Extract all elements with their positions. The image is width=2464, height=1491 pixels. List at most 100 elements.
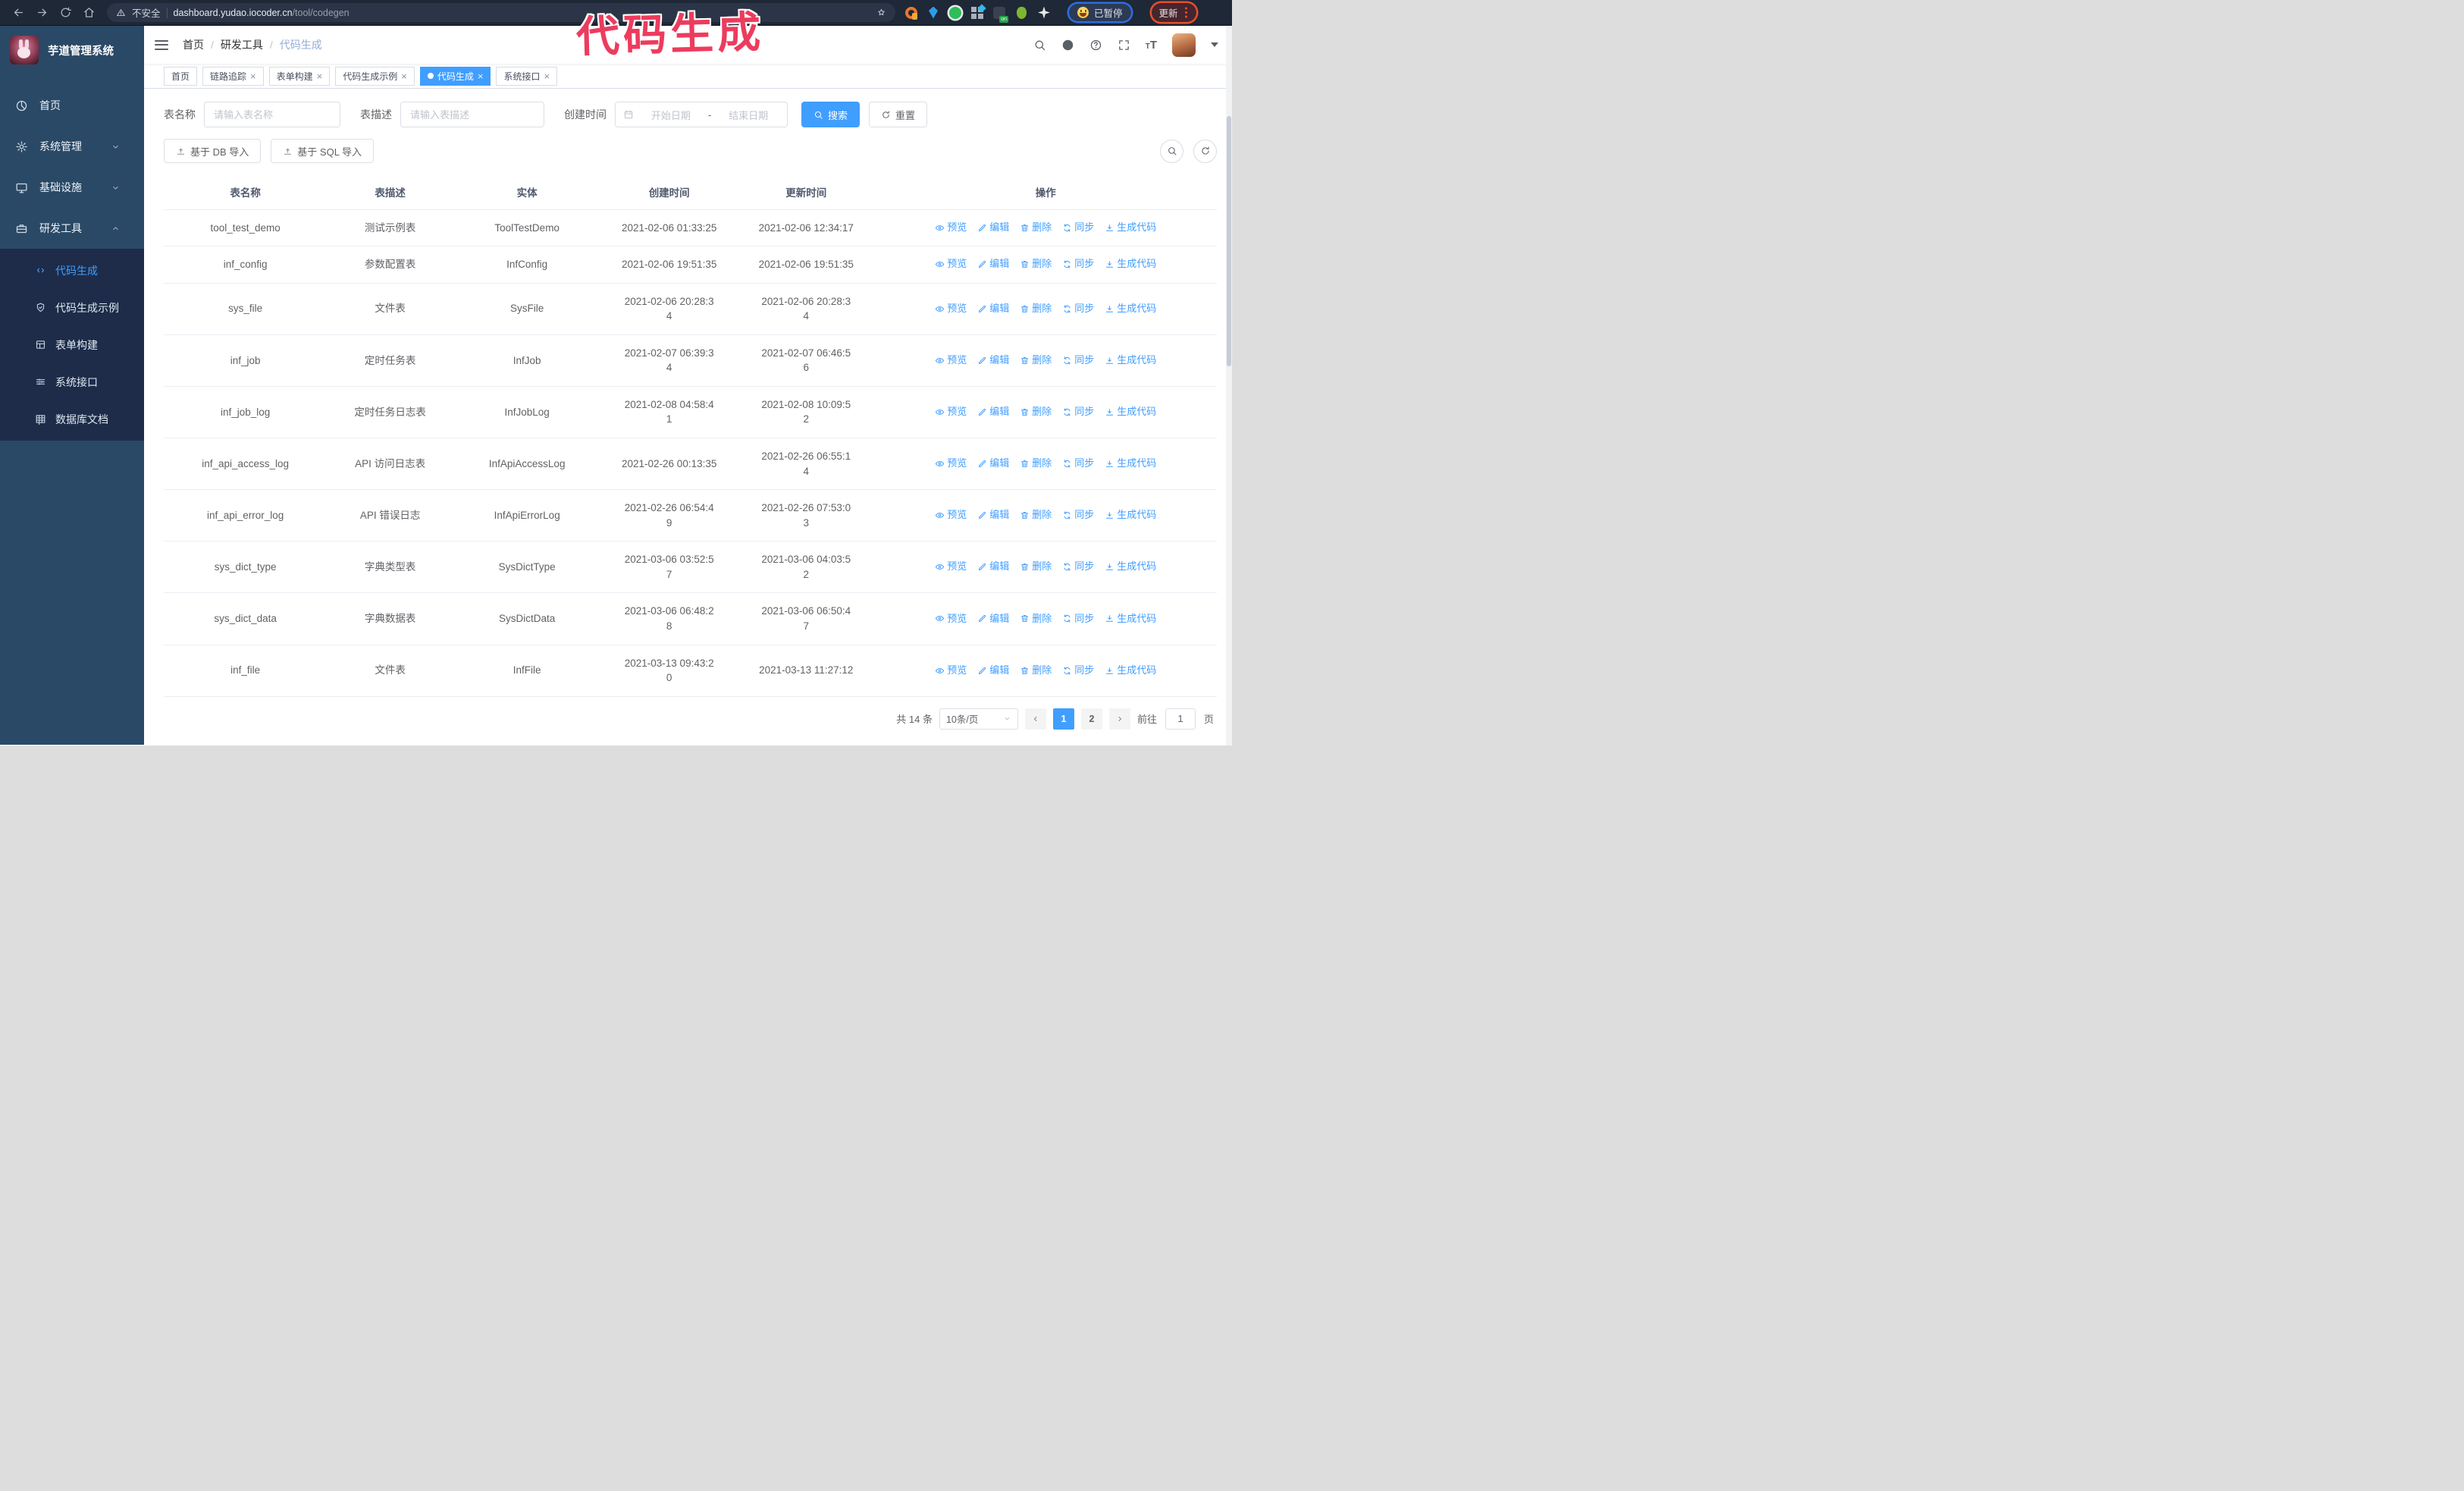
preview-link[interactable]: 预览: [935, 457, 967, 471]
generate-code-link[interactable]: 生成代码: [1105, 508, 1156, 523]
generate-code-link[interactable]: 生成代码: [1105, 353, 1156, 368]
delete-link[interactable]: 删除: [1020, 221, 1052, 235]
tab-表单构建[interactable]: 表单构建 ×: [268, 66, 331, 86]
delete-link[interactable]: 删除: [1020, 664, 1052, 678]
sidebar-logo[interactable]: 芋道管理系统: [0, 26, 144, 74]
sidebar-item-infrastructure[interactable]: 基础设施: [0, 167, 144, 208]
delete-link[interactable]: 删除: [1020, 302, 1052, 316]
breadcrumb-item[interactable]: 首页: [183, 37, 204, 52]
sql-import-button[interactable]: 基于 SQL 导入: [271, 139, 375, 163]
github-icon[interactable]: [1061, 39, 1074, 52]
tab-代码生成[interactable]: 代码生成 ×: [419, 66, 491, 86]
generate-code-link[interactable]: 生成代码: [1105, 221, 1156, 235]
sync-link[interactable]: 同步: [1062, 560, 1094, 574]
sync-link[interactable]: 同步: [1062, 664, 1094, 678]
green-shield-extension-icon[interactable]: [949, 6, 961, 19]
close-icon[interactable]: ×: [544, 71, 550, 81]
close-icon[interactable]: ×: [401, 71, 407, 81]
page-button-2[interactable]: 2: [1080, 708, 1102, 730]
sync-link[interactable]: 同步: [1062, 257, 1094, 272]
sync-link[interactable]: 同步: [1062, 612, 1094, 626]
browser-menu-kebab-icon[interactable]: [1184, 11, 1188, 14]
help-icon[interactable]: [1089, 39, 1102, 52]
sync-link[interactable]: 同步: [1062, 221, 1094, 235]
close-icon[interactable]: ×: [250, 71, 256, 81]
delete-link[interactable]: 删除: [1020, 457, 1052, 471]
reset-button[interactable]: 重置: [869, 102, 928, 127]
generate-code-link[interactable]: 生成代码: [1105, 457, 1156, 471]
toggle-search-button[interactable]: [1160, 139, 1183, 163]
goto-page-input[interactable]: [1165, 708, 1196, 730]
edit-link[interactable]: 编辑: [977, 221, 1009, 235]
preview-link[interactable]: 预览: [935, 560, 967, 574]
sync-link[interactable]: 同步: [1062, 302, 1094, 316]
edit-link[interactable]: 编辑: [977, 664, 1009, 678]
fullscreen-icon[interactable]: [1118, 39, 1130, 52]
sidebar-item-dev-tools[interactable]: 研发工具: [0, 208, 144, 249]
sync-link[interactable]: 同步: [1062, 457, 1094, 471]
generate-code-link[interactable]: 生成代码: [1105, 257, 1156, 272]
edit-link[interactable]: 编辑: [977, 302, 1009, 316]
delete-link[interactable]: 删除: [1020, 405, 1052, 419]
generate-code-link[interactable]: 生成代码: [1105, 560, 1156, 574]
preview-link[interactable]: 预览: [935, 664, 967, 678]
search-button[interactable]: 搜索: [801, 102, 861, 127]
bookmark-star-icon[interactable]: [876, 8, 886, 17]
search-icon[interactable]: [1033, 39, 1046, 52]
scrollbar-thumb[interactable]: [1227, 116, 1231, 366]
table-desc-input[interactable]: [400, 102, 544, 127]
forward-icon[interactable]: [36, 6, 49, 19]
avatar-caret-down-icon[interactable]: [1211, 42, 1218, 47]
edit-link[interactable]: 编辑: [977, 405, 1009, 419]
home-icon[interactable]: [83, 6, 96, 19]
preview-link[interactable]: 预览: [935, 257, 967, 272]
green-alien-extension-icon[interactable]: [1017, 6, 1027, 19]
hamburger-menu-icon[interactable]: [155, 36, 170, 54]
browser-update-button[interactable]: 更新: [1159, 5, 1178, 20]
sync-link[interactable]: 同步: [1062, 353, 1094, 368]
next-page-button[interactable]: [1108, 708, 1130, 730]
orange-ring-extension-icon[interactable]: [905, 6, 917, 20]
breadcrumb-item[interactable]: 研发工具: [221, 37, 263, 52]
refresh-table-button[interactable]: [1193, 139, 1217, 163]
blue-gem-extension-icon[interactable]: [929, 6, 938, 19]
create-time-range-picker[interactable]: 开始日期 - 结束日期: [615, 102, 788, 127]
close-icon[interactable]: ×: [317, 71, 323, 81]
url-bar[interactable]: 不安全 dashboard.yudao.iocoder.cn/tool/code…: [107, 3, 895, 22]
preview-link[interactable]: 预览: [935, 612, 967, 626]
preview-link[interactable]: 预览: [935, 508, 967, 523]
delete-link[interactable]: 删除: [1020, 353, 1052, 368]
sync-link[interactable]: 同步: [1062, 405, 1094, 419]
sidebar-subitem-codegen-example[interactable]: 代码生成示例: [0, 289, 144, 326]
tab-代码生成示例[interactable]: 代码生成示例 ×: [335, 66, 415, 86]
table-name-input[interactable]: [204, 102, 340, 127]
sidebar-subitem-codegen[interactable]: 代码生成: [0, 252, 144, 289]
sidebar-item-system-management[interactable]: 系统管理: [0, 126, 144, 167]
delete-link[interactable]: 删除: [1020, 612, 1052, 626]
profile-paused-chip[interactable]: 已暂停: [1069, 4, 1131, 21]
edit-link[interactable]: 编辑: [977, 257, 1009, 272]
edit-link[interactable]: 编辑: [977, 612, 1009, 626]
page-size-select[interactable]: 10条/页: [939, 708, 1018, 730]
preview-link[interactable]: 预览: [935, 302, 967, 316]
sidebar-subitem-form-builder[interactable]: 表单构建: [0, 326, 144, 363]
back-icon[interactable]: [12, 6, 25, 19]
sidebar-subitem-system-api[interactable]: 系统接口: [0, 363, 144, 400]
generate-code-link[interactable]: 生成代码: [1105, 405, 1156, 419]
tab-首页[interactable]: 首页: [164, 66, 198, 86]
delete-link[interactable]: 删除: [1020, 508, 1052, 523]
generate-code-link[interactable]: 生成代码: [1105, 612, 1156, 626]
close-icon[interactable]: ×: [478, 71, 484, 81]
edit-link[interactable]: 编辑: [977, 353, 1009, 368]
delete-link[interactable]: 删除: [1020, 560, 1052, 574]
db-import-button[interactable]: 基于 DB 导入: [164, 139, 262, 163]
prev-page-button[interactable]: [1024, 708, 1046, 730]
edit-link[interactable]: 编辑: [977, 457, 1009, 471]
reload-icon[interactable]: [59, 6, 72, 19]
generate-code-link[interactable]: 生成代码: [1105, 664, 1156, 678]
sync-link[interactable]: 同步: [1062, 508, 1094, 523]
dark-on-extension-icon[interactable]: [993, 6, 1008, 23]
delete-link[interactable]: 删除: [1020, 257, 1052, 272]
sidebar-subitem-db-doc[interactable]: 数据库文档: [0, 400, 144, 438]
font-size-icon[interactable]: TT: [1146, 39, 1157, 52]
